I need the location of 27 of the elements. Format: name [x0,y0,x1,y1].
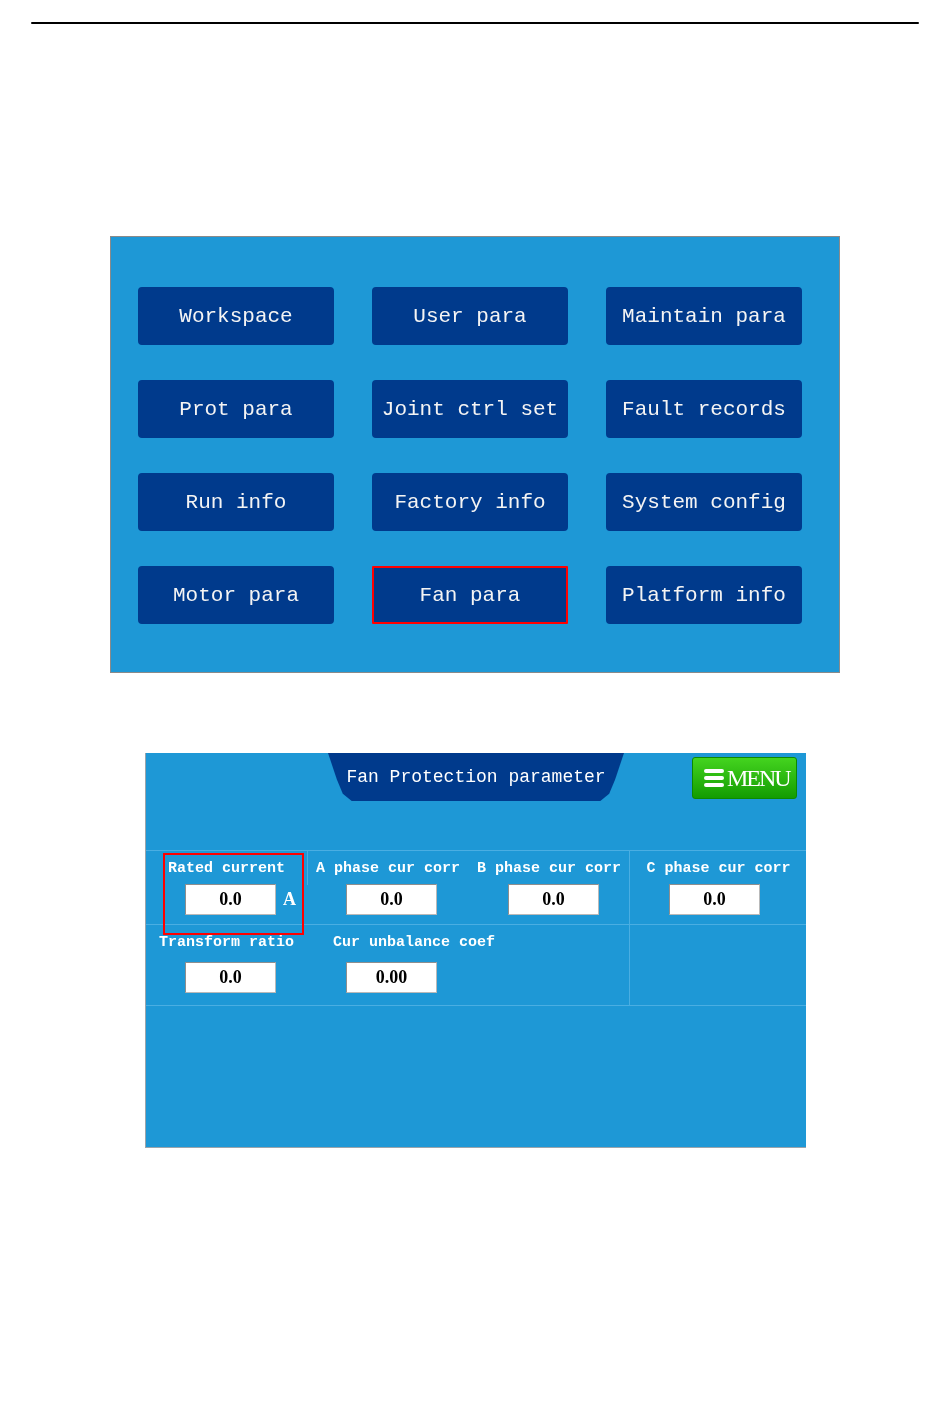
input-field[interactable]: 0.0 [185,962,276,993]
parameter-label: A phase cur corr [315,860,461,878]
input-field[interactable]: 0.0 [508,884,599,915]
input-field[interactable]: 0.0 [185,884,276,915]
input-field[interactable]: 0.0 [669,884,760,915]
menu-icon [704,769,724,787]
menu-item-button[interactable]: Factory info [372,473,568,531]
menu-item-button[interactable]: System config [606,473,802,531]
menu-item-button[interactable]: Motor para [138,566,334,624]
menu-item-button[interactable]: Platform info [606,566,802,624]
parameter-label: C phase cur corr [645,860,792,878]
unit-label: A [283,889,296,910]
parameter-label: Cur unbalance coef [332,934,496,952]
menu-item-button[interactable]: User para [372,287,568,345]
menu-item-button[interactable]: Joint ctrl set [372,380,568,438]
menu-item-button[interactable]: Fault records [606,380,802,438]
menu-item-button[interactable]: Fan para [372,566,568,624]
screen-title: Fan Protection parameter [328,753,624,801]
parameter-label: Transform ratio [158,934,295,952]
input-field[interactable]: 0.00 [346,962,437,993]
input-field[interactable]: 0.0 [346,884,437,915]
menu-item-button[interactable]: Prot para [138,380,334,438]
parameter-label: B phase cur corr [476,860,622,878]
parameter-label: Rated current [167,860,286,878]
menu-item-button[interactable]: Workspace [138,287,334,345]
menu-item-button[interactable]: Maintain para [606,287,802,345]
menu-item-button[interactable]: Run info [138,473,334,531]
